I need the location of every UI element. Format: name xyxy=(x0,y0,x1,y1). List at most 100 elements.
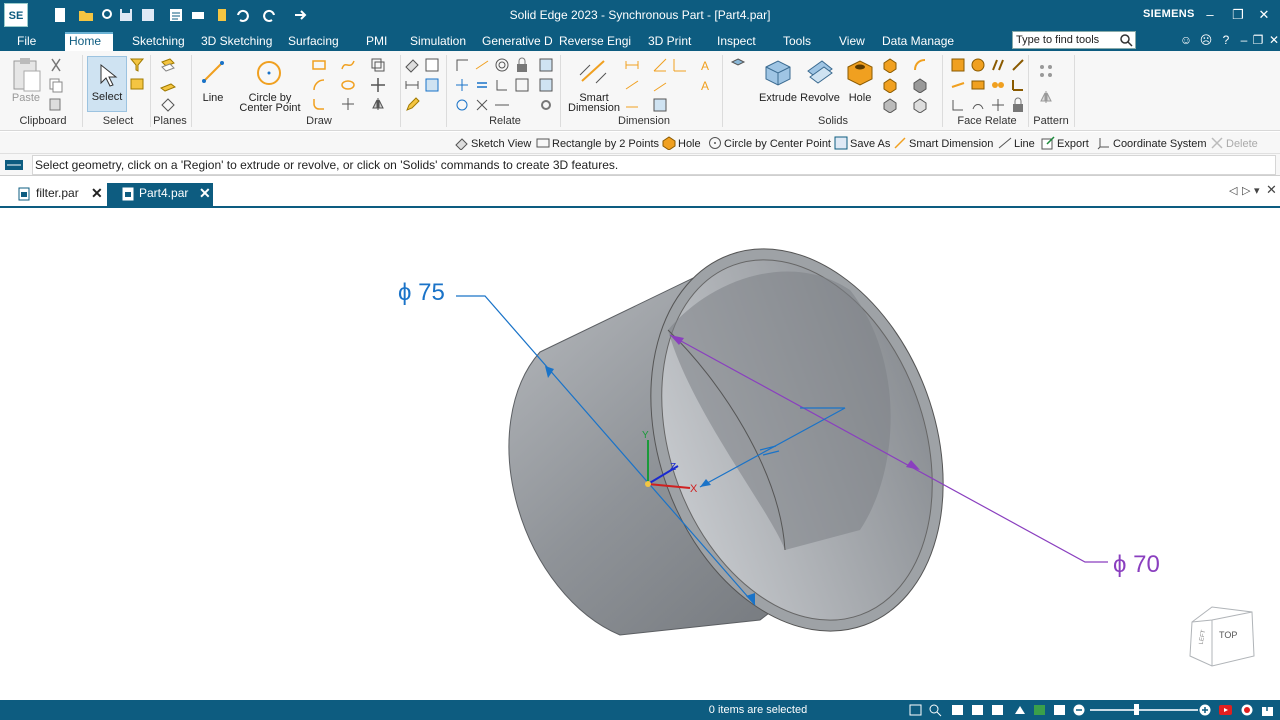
doc-close-icon[interactable]: ✕ xyxy=(1266,32,1280,48)
curve-draw-icon[interactable] xyxy=(340,57,356,73)
connect-relation-icon[interactable] xyxy=(454,57,470,73)
tab-data-management[interactable]: Data Manage xyxy=(878,32,958,51)
close-icon[interactable]: ✕ xyxy=(1254,5,1274,25)
plane-options-icon[interactable] xyxy=(160,97,176,113)
close-all-tabs-icon[interactable]: ✕ xyxy=(1266,182,1277,198)
coordinate-dimension-icon[interactable] xyxy=(672,57,688,73)
thin-wall-icon[interactable] xyxy=(882,77,898,93)
search-icon[interactable] xyxy=(1119,33,1133,47)
tab-scroll-right-icon[interactable]: ▷ xyxy=(1242,184,1250,197)
face-concentric-icon[interactable] xyxy=(970,57,986,73)
tab-view[interactable]: View xyxy=(835,32,869,51)
fillet-draw-icon[interactable] xyxy=(311,96,327,112)
tab-inspect[interactable]: Inspect xyxy=(713,32,760,51)
view-cube[interactable]: TOP LEFT xyxy=(1189,606,1255,667)
tab-home[interactable]: Home xyxy=(65,32,113,51)
share-icon[interactable] xyxy=(1260,703,1275,717)
perpendicular-relation-icon[interactable] xyxy=(494,77,510,93)
face-symmetric-icon[interactable] xyxy=(990,77,1006,93)
zoom-slider-thumb[interactable] xyxy=(1134,704,1139,715)
tube-solid[interactable] xyxy=(508,210,994,672)
concentric-relation-icon[interactable] xyxy=(494,57,510,73)
relate-gear-icon[interactable] xyxy=(538,97,554,113)
hole-icon[interactable] xyxy=(844,57,876,89)
zoom-area-icon[interactable] xyxy=(928,703,943,717)
zoom-out-icon[interactable] xyxy=(1072,703,1087,717)
pencil-icon[interactable] xyxy=(404,97,420,113)
rectangle-draw-icon[interactable] xyxy=(311,57,327,73)
smart-dimension-command[interactable]: Smart Dimension xyxy=(893,136,993,150)
save-as-command[interactable]: Save As xyxy=(834,136,890,150)
symmetric-diameter-icon[interactable] xyxy=(624,77,640,93)
chamfer-icon[interactable] xyxy=(912,77,928,93)
tab-simulation[interactable]: Simulation xyxy=(406,32,470,51)
relate-handle-icon[interactable] xyxy=(538,57,554,73)
symmetric-relation-icon[interactable] xyxy=(474,97,490,113)
doc-tab-filter[interactable]: filter.par ✕ xyxy=(0,183,106,206)
circle-by-center-icon[interactable] xyxy=(255,59,283,87)
pattern-icon[interactable] xyxy=(1038,63,1054,79)
view-orientation-icon[interactable] xyxy=(1012,703,1027,717)
minimize-icon[interactable]: – xyxy=(1200,5,1220,25)
tab-pmi[interactable]: PMI xyxy=(362,32,391,51)
sketch-view-tool-icon[interactable] xyxy=(404,57,420,73)
revolve-icon[interactable] xyxy=(804,57,836,89)
pan-icon[interactable] xyxy=(970,703,985,717)
tangent-relation-icon[interactable] xyxy=(474,57,490,73)
text-icon[interactable]: A xyxy=(698,77,714,93)
copy-icon[interactable] xyxy=(48,77,64,93)
restore-icon[interactable]: ❐ xyxy=(1228,5,1248,25)
face-lock-icon[interactable] xyxy=(1010,97,1026,113)
dimension-style-icon[interactable] xyxy=(624,97,640,113)
smart-dimension-icon[interactable] xyxy=(578,57,610,87)
intellisketch-icon[interactable] xyxy=(424,57,440,73)
tab-scroll-left-icon[interactable]: ◁ xyxy=(1229,184,1237,197)
face-horizontal-icon[interactable] xyxy=(970,97,986,113)
round-icon[interactable] xyxy=(912,57,928,73)
shaded-view-icon[interactable] xyxy=(1032,703,1047,717)
horizontal-relation-icon[interactable] xyxy=(454,97,470,113)
select-options-icon[interactable] xyxy=(129,76,145,92)
tab-3d-print[interactable]: 3D Print xyxy=(644,32,695,51)
view-style-icon[interactable] xyxy=(1052,703,1067,717)
close-tab-icon[interactable]: ✕ xyxy=(91,183,103,204)
file-menu[interactable]: File xyxy=(13,32,40,51)
offset-icon[interactable] xyxy=(370,57,386,73)
face-offset-icon[interactable] xyxy=(970,77,986,93)
tool-search-input[interactable]: Type to find tools xyxy=(1012,31,1136,49)
face-equal-icon[interactable] xyxy=(990,97,1006,113)
record-icon[interactable] xyxy=(1240,703,1255,717)
ellipse-draw-icon[interactable] xyxy=(340,77,356,93)
doc-restore-icon[interactable]: ❐ xyxy=(1250,32,1266,48)
select-filter-icon[interactable] xyxy=(129,57,145,73)
zoom-slider-track[interactable] xyxy=(1090,709,1198,711)
move-icon[interactable] xyxy=(370,77,386,93)
face-rigid-icon[interactable] xyxy=(950,97,966,113)
mirror-icon[interactable] xyxy=(370,96,386,112)
line-icon[interactable] xyxy=(201,59,225,85)
tab-list-icon[interactable]: ▾ xyxy=(1254,184,1260,197)
extrude-icon[interactable] xyxy=(762,57,794,89)
relate-options-icon[interactable] xyxy=(538,77,554,93)
prompt-bar-icon[interactable] xyxy=(5,160,23,170)
doc-tab-part4[interactable]: Part4.par ✕ xyxy=(107,183,213,206)
tab-3d-sketching[interactable]: 3D Sketching xyxy=(197,32,276,51)
youtube-icon[interactable] xyxy=(1218,703,1233,717)
project-icon[interactable] xyxy=(424,77,440,93)
rigid-set-icon[interactable] xyxy=(514,77,530,93)
fit-view-icon[interactable] xyxy=(908,703,923,717)
parallel-plane-icon[interactable] xyxy=(160,78,176,94)
trim-icon[interactable] xyxy=(340,96,356,112)
tab-sketching[interactable]: Sketching xyxy=(128,32,189,51)
tab-tools[interactable]: Tools xyxy=(779,32,815,51)
angle-between-icon[interactable] xyxy=(652,57,668,73)
cut-icon[interactable] xyxy=(48,57,64,73)
tab-surfacing[interactable]: Surfacing xyxy=(284,32,343,51)
select-button[interactable]: Select xyxy=(87,56,127,112)
face-parallel-icon[interactable] xyxy=(990,57,1006,73)
sketch-view-command[interactable]: Sketch View xyxy=(455,136,531,151)
dimension-grid-icon[interactable] xyxy=(652,97,668,113)
help-icon[interactable]: ? xyxy=(1218,32,1234,48)
face-tangent-icon[interactable] xyxy=(1010,57,1026,73)
face-coplanar-icon[interactable] xyxy=(950,57,966,73)
